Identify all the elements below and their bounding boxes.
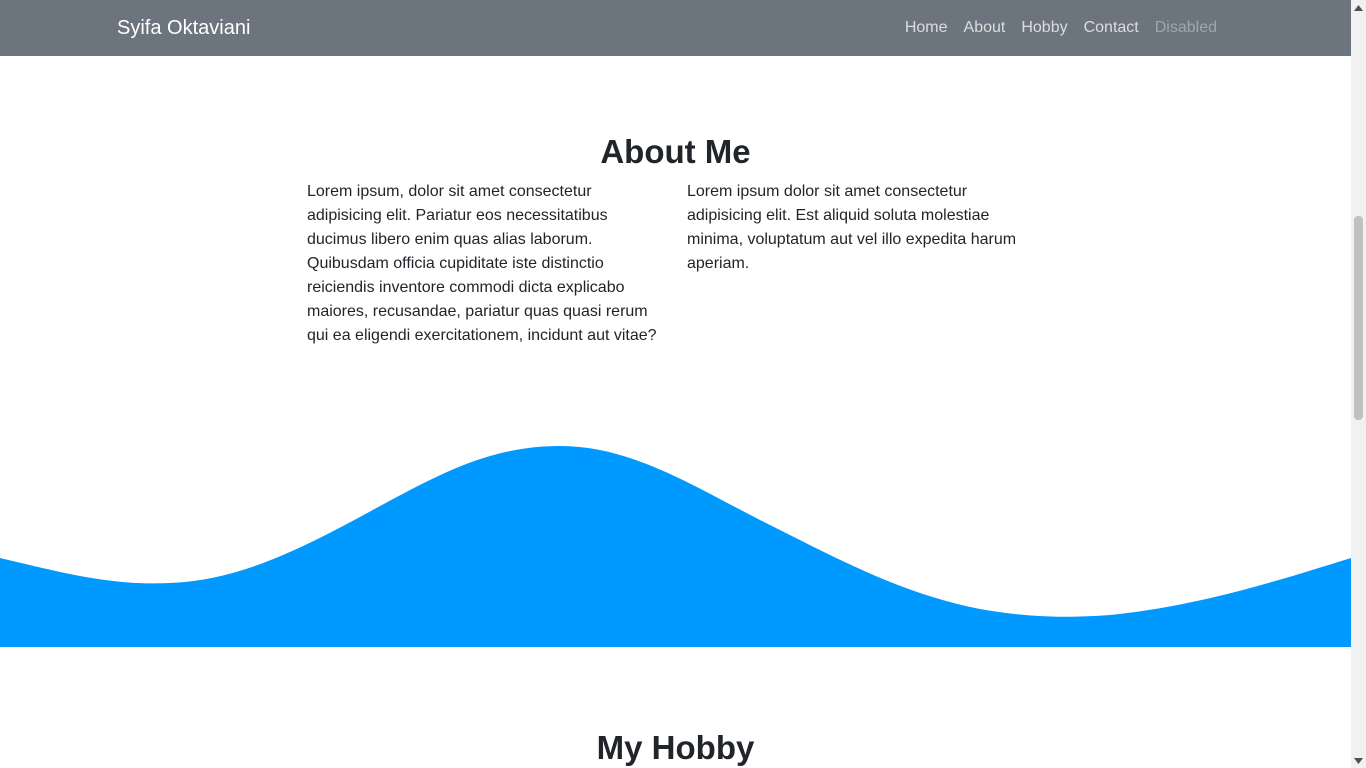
vertical-scrollbar[interactable] xyxy=(1351,0,1366,768)
nav-link-about[interactable]: About xyxy=(956,17,1014,39)
nav-link-hobby[interactable]: Hobby xyxy=(1013,17,1075,39)
wave-divider xyxy=(0,446,1351,647)
nav-links: Home About Hobby Contact Disabled xyxy=(897,17,1225,39)
navbar-brand[interactable]: Syifa Oktaviani xyxy=(117,15,250,41)
about-title: About Me xyxy=(600,133,751,170)
nav-link-home[interactable]: Home xyxy=(897,17,956,39)
wave-shape xyxy=(0,446,1351,647)
scroll-down-arrow-icon[interactable] xyxy=(1351,753,1366,768)
scroll-up-arrow-icon[interactable] xyxy=(1351,0,1366,15)
navbar: Syifa Oktaviani Home About Hobby Contact… xyxy=(0,0,1351,56)
about-paragraph-right: Lorem ipsum dolor sit amet consectetur a… xyxy=(687,183,1017,272)
about-paragraph-left: Lorem ipsum, dolor sit amet consectetur … xyxy=(307,183,657,344)
nav-link-contact[interactable]: Contact xyxy=(1076,17,1147,39)
hobby-title: My Hobby xyxy=(596,729,755,766)
scroll-thumb[interactable] xyxy=(1354,216,1363,420)
page: Syifa Oktaviani Home About Hobby Contact… xyxy=(0,0,1351,768)
nav-link-disabled: Disabled xyxy=(1154,19,1217,36)
